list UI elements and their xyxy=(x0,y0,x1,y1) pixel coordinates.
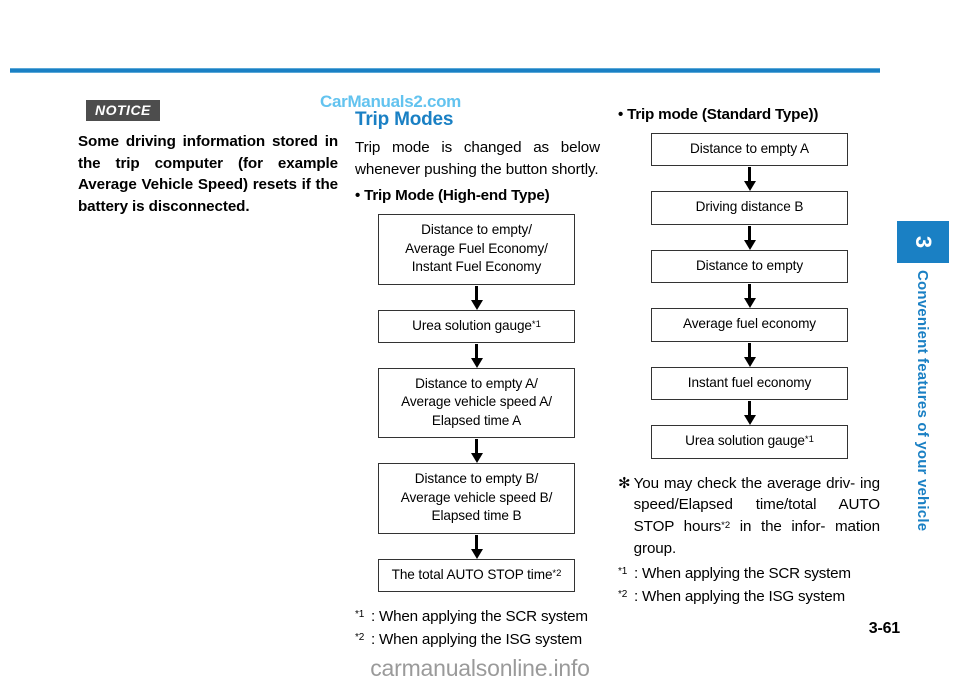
flow-box-line: Distance to empty A/ xyxy=(415,376,538,391)
high-end-bullet-label: Trip Mode (High-end Type) xyxy=(364,187,550,205)
flow-box-line: Distance to empty B/ xyxy=(414,471,539,487)
standard-footnotes: *1 : When applying the SCR system *2 : Whe… xyxy=(618,563,880,609)
footnote-marker: *1 xyxy=(804,434,814,446)
page-title: Trip Modes xyxy=(355,109,454,130)
footnote-marker: *1 xyxy=(531,318,541,330)
flow-box: Average fuel economy xyxy=(651,308,848,342)
flow-arrow-down-icon xyxy=(378,534,575,559)
flow-arrow-down-icon xyxy=(378,285,575,310)
flow-box: Distance to empty B/ Average vehicle spe… xyxy=(378,463,575,534)
standard-bullet-heading: • Trip mode (Standard Type)) xyxy=(618,106,880,123)
flow-box: Urea solution gauge*1 xyxy=(651,425,848,459)
footnote: *2 : When applying the ISG system xyxy=(618,586,880,609)
flow-box: Distance to empty xyxy=(651,249,848,284)
flow-arrow-down-icon xyxy=(651,283,848,309)
flow-box-line: Driving distance B xyxy=(695,199,804,215)
footnote: *1 : When applying the SCR system xyxy=(618,563,880,586)
note-line: in the infor- xyxy=(730,518,826,536)
footnote-text: : When applying the ISG system xyxy=(634,588,845,606)
footnote-marker: *2 xyxy=(552,567,562,579)
flow-box: Distance to empty/ Average Fuel Economy/… xyxy=(378,214,575,285)
flow-box: Instant fuel economy xyxy=(651,366,848,401)
page-body: NOTICE Some driving information stored i… xyxy=(0,0,960,689)
flow-arrow-down-icon xyxy=(378,438,575,464)
flow-box: Distance to empty A xyxy=(651,133,848,167)
flow-box-line: Instant fuel economy xyxy=(687,374,812,390)
asterisk-note-icon: ✻ xyxy=(618,474,631,492)
flow-box: Distance to empty A/ Average vehicle spe… xyxy=(378,368,575,439)
flow-box: The total AUTO STOP time*2 xyxy=(378,558,575,593)
standard-flowchart: Distance to empty A Driving distance B D… xyxy=(618,133,880,459)
chapter-number: 3 xyxy=(911,235,936,249)
standard-note-body: You may check the average driv- ing spee… xyxy=(634,473,880,559)
flow-box-line: Distance to empty/ xyxy=(421,222,532,238)
flow-box-line: Elapsed time A xyxy=(431,412,522,428)
bullet-dot-icon: • xyxy=(355,187,361,205)
flow-arrow-down-icon xyxy=(651,225,848,250)
watermark-bottom: carmanualsonline.info xyxy=(370,655,590,681)
flow-box-line: Distance to empty xyxy=(695,257,804,273)
standard-note: ✻ You may check the average driv- ing sp… xyxy=(618,473,880,559)
page-number: 3-61 xyxy=(868,620,900,637)
flow-box: Driving distance B xyxy=(651,191,848,225)
flow-box-line: Elapsed time B xyxy=(431,508,522,524)
notice-badge: NOTICE xyxy=(86,100,160,122)
trip-modes-intro: Trip mode is changed as below whenever p… xyxy=(355,139,600,179)
high-end-flowchart: Distance to empty/ Average Fuel Economy/… xyxy=(355,214,600,593)
left-column: NOTICE Some driving information stored i… xyxy=(78,100,338,217)
footnote-marker: *1 xyxy=(618,566,628,578)
chapter-tab-number: 3 xyxy=(897,221,949,263)
flow-box-line: Instant Fuel Economy xyxy=(411,259,542,275)
flow-arrow-down-icon xyxy=(651,342,848,367)
flow-box-line: Average vehicle speed B/ xyxy=(400,489,553,505)
right-column: • Trip mode (Standard Type)) Distance to… xyxy=(618,100,880,609)
flow-box: Urea solution gauge*1 xyxy=(378,309,575,343)
footnote-marker: *2 xyxy=(618,589,628,601)
flow-arrow-down-icon xyxy=(651,166,848,192)
middle-column: Trip Modes Trip mode is changed as below… xyxy=(355,100,600,652)
flow-box-line: Average Fuel Economy/ xyxy=(405,240,548,256)
note-line: You may check the average driv- xyxy=(633,474,856,492)
footnote-marker: *2 xyxy=(721,520,731,532)
notice-text: Some driving information stored in the t… xyxy=(78,133,338,215)
bullet-dot-icon: • xyxy=(618,106,624,123)
high-end-bullet-heading: • Trip Mode (High-end Type) xyxy=(355,187,600,204)
flow-box-line: Urea solution gauge xyxy=(412,317,532,333)
flow-arrow-down-icon xyxy=(378,343,575,368)
standard-bullet-label: Trip mode (Standard Type)) xyxy=(627,106,819,123)
footnote-text: : When applying the SCR system xyxy=(634,565,851,583)
chapter-title-text: Convenient features of your vehicle xyxy=(914,270,931,532)
flow-box-line: Distance to empty A xyxy=(690,141,809,156)
flow-box-line: Urea solution gauge xyxy=(685,433,805,449)
flow-box-line: Average vehicle speed A/ xyxy=(401,394,552,410)
flow-arrow-down-icon xyxy=(651,400,848,426)
chapter-tab-title: Convenient features of your vehicle xyxy=(897,268,949,532)
flow-box-line: Average fuel economy xyxy=(682,316,816,332)
flow-box-line: The total AUTO STOP time xyxy=(391,566,553,582)
